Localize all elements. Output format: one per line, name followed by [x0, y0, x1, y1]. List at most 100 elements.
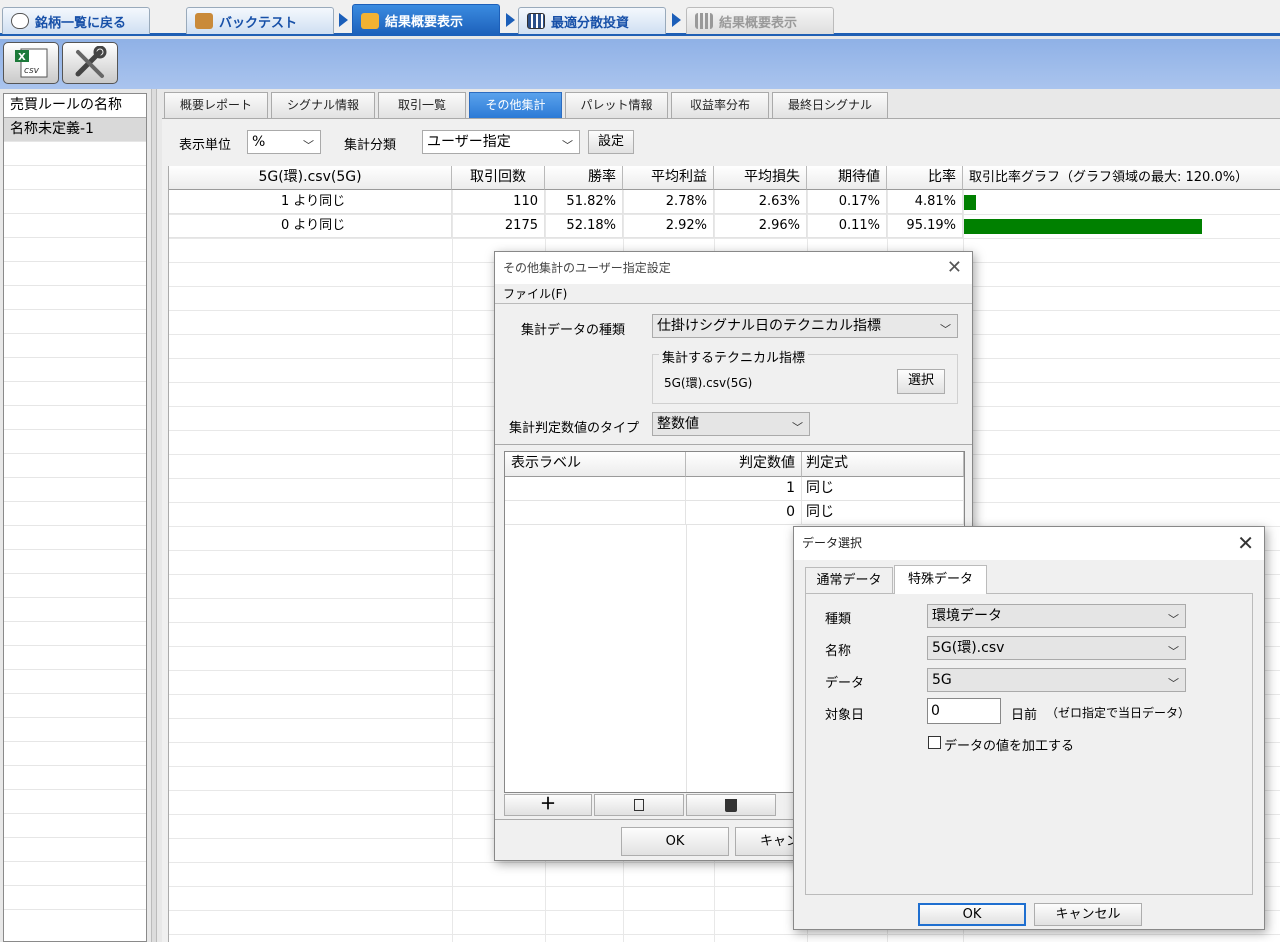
number-type-label: 集計判定数値のタイプ: [509, 421, 640, 436]
table-cell: 2.78%: [623, 190, 714, 214]
rule-list-empty-row: [4, 598, 146, 622]
data-select[interactable]: 5G ﹀: [927, 668, 1186, 692]
days-before-label: 日前: [1011, 708, 1038, 723]
table-cell: 0.17%: [807, 190, 887, 214]
copy-icon: [634, 799, 644, 811]
process-value-checkbox[interactable]: [928, 736, 941, 749]
summary-button[interactable]: 結果概要表示: [352, 4, 500, 36]
rule-list-empty-row: [4, 358, 146, 382]
close-icon[interactable]: ✕: [947, 252, 962, 284]
name-label: 名称: [825, 644, 852, 659]
data-type-select[interactable]: 仕掛けシグナル日のテクニカル指標 ﹀: [652, 314, 958, 338]
thumbs-up-icon: [361, 12, 379, 29]
rule-list-empty-row: [4, 142, 146, 166]
rule-list-empty-row: [4, 430, 146, 454]
menu-file[interactable]: ファイル(F): [503, 287, 567, 301]
top-navigation: 銘柄一覧に戻る バックテスト 結果概要表示 最適分散投資 結果概要表示: [0, 0, 1280, 36]
table-cell: 2.92%: [623, 214, 714, 238]
optimal-distribution-button[interactable]: 最適分散投資: [518, 7, 666, 34]
close-icon[interactable]: ✕: [1237, 527, 1254, 560]
bag-icon: [195, 13, 213, 29]
copy-row-button[interactable]: [594, 794, 684, 816]
tab-other-aggregation[interactable]: その他集計: [469, 92, 562, 118]
rule-list-empty-row: [4, 790, 146, 814]
target-day-input[interactable]: 0: [927, 698, 1001, 724]
backtest-button[interactable]: バックテスト: [186, 7, 334, 34]
rule-list-empty-row: [4, 406, 146, 430]
divider: [495, 444, 972, 445]
unit-label: 表示単位: [179, 138, 232, 153]
rule-list-empty-row: [4, 886, 146, 910]
rule-list-empty-row: [4, 382, 146, 406]
table-cell[interactable]: 同じ: [802, 477, 964, 501]
row-divider: [169, 238, 1280, 239]
column-header[interactable]: 比率: [887, 166, 963, 190]
table-cell: 2.96%: [714, 214, 807, 238]
rule-list-empty-row: [4, 694, 146, 718]
csv-file-icon: X csv: [15, 48, 48, 78]
column-header[interactable]: 平均利益: [623, 166, 714, 190]
name-select[interactable]: 5G(環).csv ﹀: [927, 636, 1186, 660]
target-day-label: 対象日: [825, 708, 865, 723]
chevron-down-icon: ﹀: [1168, 677, 1179, 690]
dialog-title-bar: その他集計のユーザー指定設定 ✕: [495, 252, 972, 284]
tab-overview-report[interactable]: 概要レポート: [164, 92, 268, 118]
column-header[interactable]: 平均損失: [714, 166, 807, 190]
column-header[interactable]: 期待値: [807, 166, 887, 190]
tab-return-distribution[interactable]: 収益率分布: [671, 92, 769, 118]
panel-splitter[interactable]: [151, 89, 157, 942]
chevron-down-icon: ﹀: [940, 323, 951, 336]
table-cell[interactable]: 同じ: [802, 501, 964, 525]
kind-select[interactable]: 環境データ ﹀: [927, 604, 1186, 628]
table-cell[interactable]: [505, 501, 686, 525]
delete-row-button[interactable]: [686, 794, 776, 816]
table-cell: 0.11%: [807, 214, 887, 238]
rule-list-empty-row: [4, 310, 146, 334]
column-header[interactable]: 表示ラベル: [505, 452, 686, 477]
table-cell: 51.82%: [545, 190, 623, 214]
trash-icon: [725, 799, 737, 812]
table-cell: 4.81%: [887, 190, 963, 214]
add-row-button[interactable]: ＋: [504, 794, 592, 816]
settings-tools-button[interactable]: [62, 42, 118, 84]
rule-list-empty-row: [4, 670, 146, 694]
column-header[interactable]: 取引比率グラフ（グラフ領域の最大: 120.0%）: [963, 166, 1280, 190]
classification-select[interactable]: ユーザー指定 ﹀: [422, 130, 580, 154]
rule-list-empty-row: [4, 742, 146, 766]
rule-list-empty-row: [4, 334, 146, 358]
tab-signal-info[interactable]: シグナル情報: [271, 92, 375, 118]
data-selection-dialog: データ選択 ✕ 通常データ 特殊データ 種類 環境データ ﹀ 名称 5G(環).c…: [793, 526, 1265, 930]
rule-list-empty-row: [4, 550, 146, 574]
set-button[interactable]: 設定: [588, 130, 634, 154]
dialog-menubar: ファイル(F): [495, 284, 972, 304]
table-cell[interactable]: 0: [686, 501, 802, 525]
column-header[interactable]: 取引回数: [452, 166, 545, 190]
calculator-icon: [527, 13, 545, 29]
table-cell: 2175: [452, 214, 545, 238]
ok-button[interactable]: OK: [918, 903, 1026, 926]
rule-list-empty-row: [4, 286, 146, 310]
tab-palette-info[interactable]: パレット情報: [565, 92, 668, 118]
rule-list-item[interactable]: 名称未定義-1: [4, 118, 146, 142]
ok-button[interactable]: OK: [621, 827, 729, 856]
column-header[interactable]: 判定式: [802, 452, 964, 477]
unit-select[interactable]: % ﹀: [247, 130, 321, 154]
table-cell[interactable]: 1: [686, 477, 802, 501]
csv-export-button[interactable]: X csv: [3, 42, 59, 84]
tab-normal-data[interactable]: 通常データ: [805, 567, 893, 593]
column-divider: [686, 525, 687, 792]
tab-last-day-signal[interactable]: 最終日シグナル: [772, 92, 888, 118]
column-header[interactable]: 5G(環).csv(5G): [169, 166, 452, 190]
table-cell: 110: [452, 190, 545, 214]
column-header[interactable]: 判定数値: [686, 452, 802, 477]
select-indicator-button[interactable]: 選択: [897, 369, 945, 394]
tab-trade-list[interactable]: 取引一覧: [378, 92, 466, 118]
table-cell[interactable]: [505, 477, 686, 501]
number-type-select[interactable]: 整数値 ﹀: [652, 412, 810, 436]
tab-special-data[interactable]: 特殊データ: [894, 565, 987, 594]
cancel-button[interactable]: キャンセル: [1034, 903, 1142, 926]
row-divider: [169, 934, 1280, 935]
column-header[interactable]: 勝率: [545, 166, 623, 190]
ratio-bar: [964, 195, 976, 210]
back-to-list-button[interactable]: 銘柄一覧に戻る: [2, 7, 150, 34]
